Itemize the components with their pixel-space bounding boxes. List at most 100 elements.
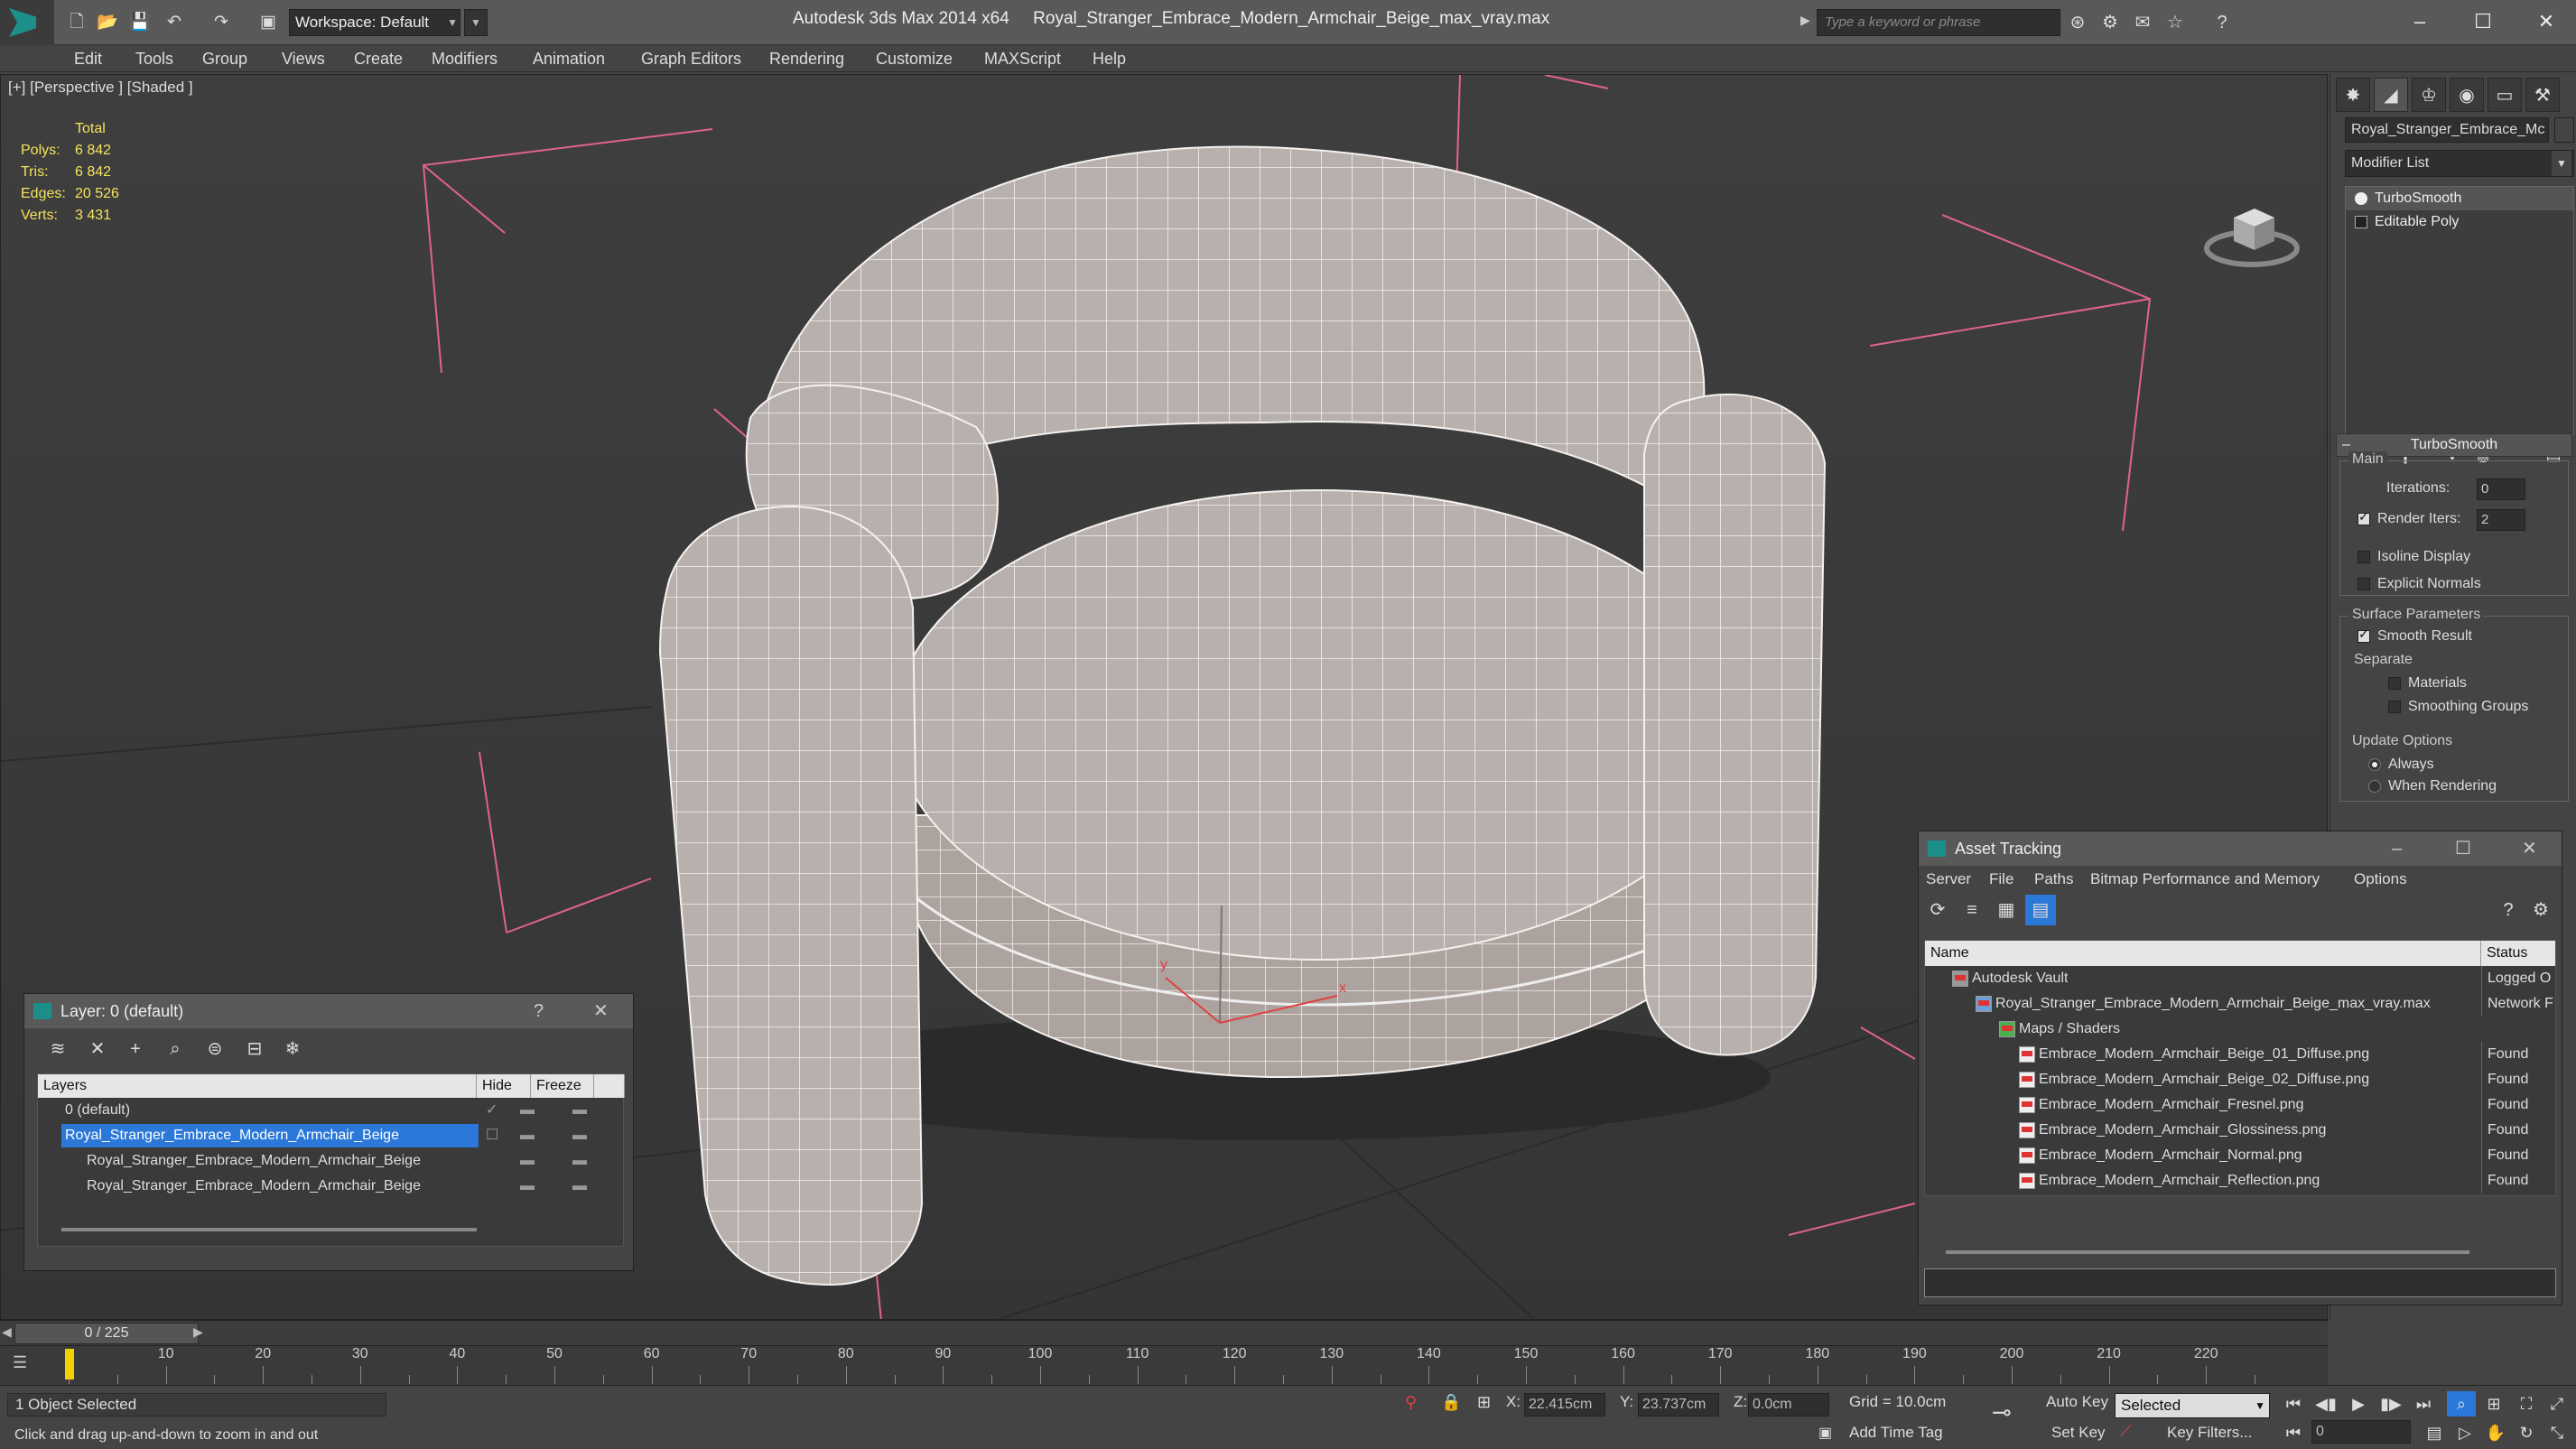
hide-toggle[interactable]: ▬ xyxy=(520,1174,535,1199)
subscription-icon[interactable]: ⚙ xyxy=(2098,11,2122,34)
menu-views[interactable]: Views xyxy=(282,45,325,72)
zoom-icon[interactable]: ⌕ xyxy=(2447,1391,2476,1416)
minimize-icon[interactable]: – xyxy=(2393,5,2447,38)
minimize-icon[interactable]: – xyxy=(2392,831,2402,866)
always-radio[interactable]: Always xyxy=(2368,757,2434,773)
menu-options[interactable]: Options xyxy=(2354,866,2407,893)
help-icon[interactable]: ? xyxy=(2210,11,2234,34)
radio-selected[interactable] xyxy=(2368,757,2381,771)
maximize-viewport-icon[interactable]: ⤢ xyxy=(2543,1391,2571,1416)
materials-checkbox[interactable]: Materials xyxy=(2388,675,2467,692)
hide-toggle[interactable]: ▬ xyxy=(520,1123,535,1148)
layer-row[interactable]: Royal_Stranger_Embrace_Modern_Armchair_B… xyxy=(38,1148,625,1174)
close-icon[interactable]: ✕ xyxy=(2522,831,2537,866)
select-objects-icon[interactable]: ⌕ xyxy=(160,1034,191,1064)
freeze-toggle[interactable]: ▬ xyxy=(572,1148,587,1174)
time-slider-track[interactable]: ◀ 0 / 225 ▶ xyxy=(0,1320,2328,1345)
motion-tab-icon[interactable]: ◉ xyxy=(2450,78,2484,112)
time-slider[interactable]: 0 / 225 xyxy=(14,1323,199,1344)
dialog-title-bar[interactable]: Asset Tracking – ☐ ✕ xyxy=(1919,831,2562,866)
col-freeze[interactable]: Freeze xyxy=(531,1074,594,1098)
current-frame-field[interactable]: 0 xyxy=(2311,1420,2411,1444)
time-config-icon[interactable]: ⏮ xyxy=(2279,1420,2308,1445)
open-file-icon[interactable]: 📂 xyxy=(96,11,119,34)
checkbox-checked[interactable] xyxy=(2357,509,2370,525)
orbit-icon[interactable]: ↻ xyxy=(2512,1420,2541,1445)
utilities-tab-icon[interactable]: ⚒ xyxy=(2525,78,2560,112)
close-icon[interactable]: ✕ xyxy=(2519,5,2573,38)
help-button[interactable]: ? xyxy=(534,994,544,1028)
thumbnail-view-icon[interactable]: ▦ xyxy=(1991,895,2022,925)
playhead[interactable] xyxy=(65,1349,74,1379)
previous-key-icon[interactable]: ◀▮ xyxy=(2311,1391,2340,1416)
asset-row[interactable]: Embrace_Modern_Armchair_Fresnel.png Found xyxy=(1925,1092,2555,1118)
close-icon[interactable]: ✕ xyxy=(593,994,609,1028)
menu-group[interactable]: Group xyxy=(202,45,247,72)
col-status[interactable]: Status xyxy=(2481,941,2555,966)
workspace-dropdown[interactable]: Workspace: Default ▼ xyxy=(289,9,460,36)
modifier-list-dropdown[interactable]: Modifier List ▼ xyxy=(2345,150,2574,177)
help-icon[interactable]: ? xyxy=(2493,895,2524,925)
object-color-swatch[interactable] xyxy=(2554,117,2574,143)
lightbulb-icon[interactable] xyxy=(2355,192,2367,205)
communication-icon[interactable]: ✉ xyxy=(2131,11,2154,34)
col-name[interactable]: Name xyxy=(1925,941,2481,966)
asset-row[interactable]: Embrace_Modern_Armchair_Beige_01_Diffuse… xyxy=(1925,1042,2555,1067)
active-box-icon[interactable]: ☐ xyxy=(486,1123,498,1148)
maximize-icon[interactable]: ☐ xyxy=(2455,831,2471,866)
timeline-ruler[interactable]: ☰ 10 20 30 40 50 60 70 80 90 100 110 120 130 140 150 16… xyxy=(0,1345,2328,1385)
set-key-button[interactable]: Set Key xyxy=(2051,1424,2106,1442)
y-coordinate-field[interactable]: 23.737cm xyxy=(1638,1393,1719,1416)
active-check-icon[interactable]: ✓ xyxy=(486,1098,498,1123)
render-iters-checkbox[interactable]: Render Iters: xyxy=(2357,509,2460,527)
menu-customize[interactable]: Customize xyxy=(876,45,953,72)
asset-path-field[interactable] xyxy=(1924,1268,2556,1297)
project-folder-icon[interactable]: ▣ xyxy=(256,11,280,34)
menu-modifiers[interactable]: Modifiers xyxy=(432,45,498,72)
isoline-display-checkbox[interactable]: Isoline Display xyxy=(2357,549,2470,565)
binoculars-icon[interactable]: ⊛ xyxy=(2066,11,2089,34)
create-layer-icon[interactable]: ≋ xyxy=(42,1034,73,1064)
stack-item-editable-poly[interactable]: Editable Poly xyxy=(2346,210,2573,234)
add-to-layer-icon[interactable]: + xyxy=(120,1034,151,1064)
prev-frame-icon[interactable]: ◀ xyxy=(2,1324,12,1340)
set-key-icon[interactable]: ⟋ xyxy=(2120,1422,2132,1441)
new-file-icon[interactable]: 🗋 xyxy=(65,11,88,34)
zoom-extents-icon[interactable]: ⛶ xyxy=(2512,1391,2541,1416)
hide-all-layers-icon[interactable]: ⊟ xyxy=(239,1034,270,1064)
menu-file[interactable]: File xyxy=(1989,866,2013,893)
asset-row[interactable]: Embrace_Modern_Armchair_Normal.png Found xyxy=(1925,1143,2555,1168)
render-iters-spinner[interactable]: 2 xyxy=(2477,509,2525,531)
menu-graph-editors[interactable]: Graph Editors xyxy=(641,45,741,72)
asset-row[interactable]: Maps / Shaders xyxy=(1925,1017,2555,1042)
go-to-end-icon[interactable]: ⏭ xyxy=(2409,1391,2438,1416)
hide-toggle[interactable]: ▬ xyxy=(520,1098,535,1123)
auto-key-button[interactable]: Auto Key xyxy=(2046,1393,2108,1411)
smoothing-groups-checkbox[interactable]: Smoothing Groups xyxy=(2388,699,2528,715)
hide-toggle[interactable]: ▬ xyxy=(520,1148,535,1174)
menu-animation[interactable]: Animation xyxy=(533,45,605,72)
asset-row[interactable]: Autodesk Vault Logged O xyxy=(1925,966,2555,991)
layer-row[interactable]: Royal_Stranger_Embrace_Modern_Armchair_B… xyxy=(38,1123,625,1148)
search-input[interactable]: Type a keyword or phrase xyxy=(1817,9,2060,36)
hierarchy-tab-icon[interactable]: ♔ xyxy=(2412,78,2446,112)
redo-icon[interactable]: ↷ xyxy=(209,11,233,34)
menu-create[interactable]: Create xyxy=(354,45,403,72)
viewcube-icon[interactable] xyxy=(2202,192,2302,274)
viewport-label[interactable]: [+] [Perspective ] [Shaded ] xyxy=(8,79,193,97)
key-icon[interactable]: ⊸ xyxy=(1992,1398,2012,1426)
menu-rendering[interactable]: Rendering xyxy=(769,45,844,72)
menu-server[interactable]: Server xyxy=(1926,866,1971,893)
highlight-layer-icon[interactable]: ⊜ xyxy=(200,1034,230,1064)
next-frame-icon[interactable]: ▶ xyxy=(193,1324,203,1340)
modify-tab-icon[interactable]: ◢ xyxy=(2374,78,2408,112)
menu-maxscript[interactable]: MAXScript xyxy=(984,45,1061,72)
z-coordinate-field[interactable]: 0.0cm xyxy=(1748,1393,1829,1416)
x-coordinate-field[interactable]: 22.415cm xyxy=(1524,1393,1605,1416)
checkbox-unchecked[interactable] xyxy=(2357,577,2370,590)
display-tab-icon[interactable]: ▭ xyxy=(2488,78,2522,112)
checkbox-unchecked[interactable] xyxy=(2388,700,2401,713)
horizontal-scrollbar[interactable] xyxy=(61,1228,477,1231)
create-tab-icon[interactable]: ✸ xyxy=(2336,78,2370,112)
maximize-toggle-icon[interactable]: ⤡ xyxy=(2543,1420,2571,1445)
